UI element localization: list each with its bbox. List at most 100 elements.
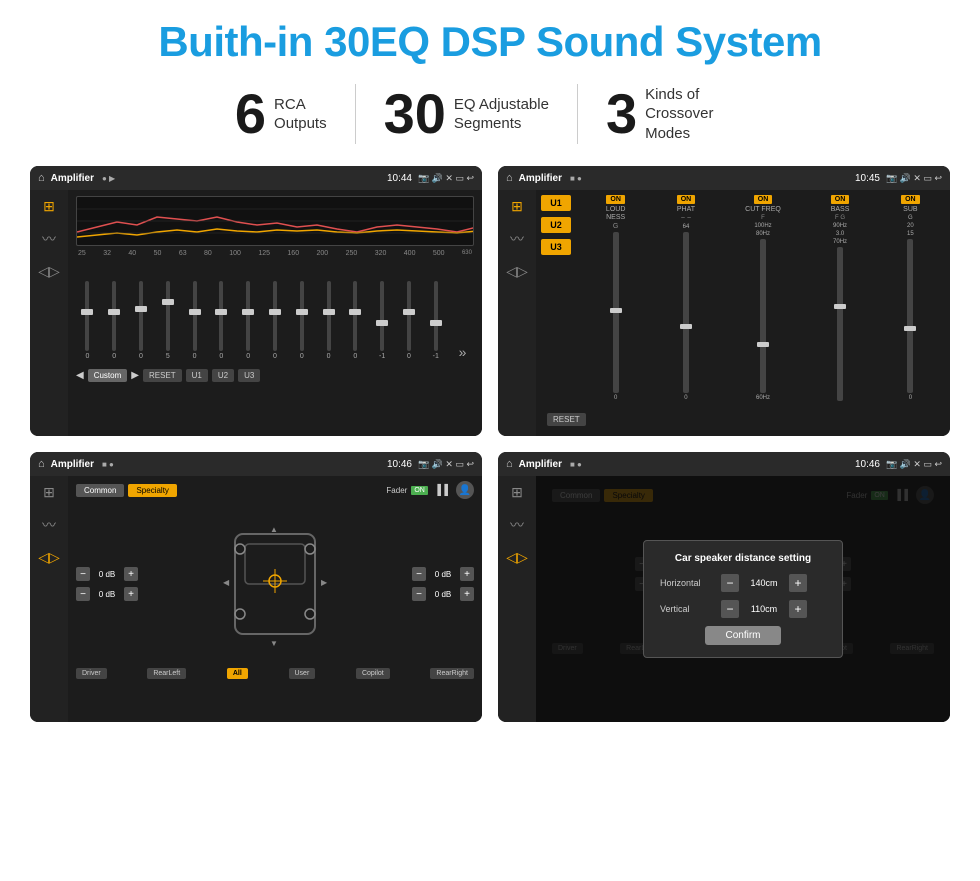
topbar-icons-amp: 📷 🔊 ✕ ▭ ↩ — [886, 173, 942, 184]
topbar-time-fader: 10:46 — [387, 459, 412, 470]
car-diagram: ▲ ▼ ◀ ▶ — [215, 514, 335, 654]
eq-icon-dialog[interactable]: ⊞ — [511, 484, 523, 501]
eq-track-10[interactable] — [353, 281, 357, 351]
speaker-icon-fader[interactable]: ◁▷ — [38, 549, 60, 566]
vertical-plus[interactable]: + — [789, 600, 807, 618]
home-icon-dialog[interactable]: ⌂ — [506, 458, 513, 470]
eq-slider-0: 0 — [76, 281, 99, 360]
horizontal-label: Horizontal — [660, 578, 715, 588]
vol-minus-fl[interactable]: − — [76, 567, 90, 581]
eq-track-11[interactable] — [380, 281, 384, 351]
amp-main: U1 U2 U3 ON LOUDNESS G — [536, 190, 950, 436]
topbar-icons-dialog: 📷 🔊 ✕ ▭ ↩ — [886, 459, 942, 470]
wave-icon-amp[interactable]: 〰 — [510, 229, 524, 249]
confirm-button[interactable]: Confirm — [705, 626, 780, 645]
eq-slider-6: 0 — [237, 281, 260, 360]
eq-track-13[interactable] — [434, 281, 438, 351]
eq-custom-btn[interactable]: Custom — [88, 369, 128, 382]
eq-track-4[interactable] — [193, 281, 197, 351]
wave-icon[interactable]: 〰 — [42, 229, 56, 249]
eq-track-6[interactable] — [246, 281, 250, 351]
eq-slider-3: 5 — [156, 281, 179, 360]
eq-prev-icon[interactable]: ◀ — [76, 370, 84, 381]
eq-track-7[interactable] — [273, 281, 277, 351]
horizontal-value: 140cm — [745, 578, 783, 588]
rear-right-btn[interactable]: RearRight — [430, 668, 474, 679]
fader-screen: ⌂ Amplifier ■ ● 10:46 📷 🔊 ✕ ▭ ↩ ⊞ 〰 ◁▷ C… — [30, 452, 482, 722]
eq-val-7: 0 — [273, 353, 277, 360]
eq-val-11: -1 — [379, 353, 385, 360]
eq-track-12[interactable] — [407, 281, 411, 351]
user-btn[interactable]: User — [289, 668, 316, 679]
eq-u3-btn[interactable]: U3 — [238, 369, 260, 382]
wave-icon-dialog[interactable]: 〰 — [510, 515, 524, 535]
vol-val-rl: 0 dB — [93, 590, 121, 599]
topbar-status-fader: ■ ● — [102, 460, 114, 469]
eq-track-8[interactable] — [300, 281, 304, 351]
horizontal-minus[interactable]: − — [721, 574, 739, 592]
fader-main: Common Specialty Fader ON ▐▐ 👤 − — [68, 476, 482, 722]
vol-plus-fr[interactable]: + — [460, 567, 474, 581]
vol-minus-rl[interactable]: − — [76, 587, 90, 601]
eq-track-1[interactable] — [112, 281, 116, 351]
specialty-tab[interactable]: Specialty — [128, 484, 176, 497]
eq-bottom-bar: ◀ Custom ▶ RESET U1 U2 U3 — [76, 364, 474, 386]
vertical-row: Vertical − 110cm + — [660, 600, 826, 618]
all-btn[interactable]: All — [227, 668, 248, 679]
eq-u2-btn[interactable]: U2 — [212, 369, 234, 382]
wave-icon-fader[interactable]: 〰 — [42, 515, 56, 535]
eq-icon-fader[interactable]: ⊞ — [43, 484, 55, 501]
vertical-minus[interactable]: − — [721, 600, 739, 618]
amp-reset-btn[interactable]: RESET — [547, 413, 586, 426]
speaker-icon[interactable]: ◁▷ — [38, 263, 60, 280]
home-icon[interactable]: ⌂ — [38, 172, 45, 184]
eq-main: 25 32 40 50 63 80 100 125 160 200 250 32… — [68, 190, 482, 436]
settings-icon[interactable]: 👤 — [456, 481, 474, 499]
speaker-icon-amp[interactable]: ◁▷ — [506, 263, 528, 280]
eq-slider-10: 0 — [344, 281, 367, 360]
eq-slider-12: 0 — [398, 281, 421, 360]
driver-btn[interactable]: Driver — [76, 668, 107, 679]
eq-val-9: 0 — [327, 353, 331, 360]
eq-track-2[interactable] — [139, 281, 143, 351]
eq-track-3[interactable] — [166, 281, 170, 351]
amp-u2-btn[interactable]: U2 — [541, 217, 571, 233]
eq-track-9[interactable] — [327, 281, 331, 351]
eq-next-icon[interactable]: ▶ — [131, 370, 139, 381]
vol-plus-rl[interactable]: + — [124, 587, 138, 601]
fader-on-badge: ON — [411, 486, 428, 495]
eq-reset-btn[interactable]: RESET — [143, 369, 182, 382]
rear-left-btn[interactable]: RearLeft — [147, 668, 186, 679]
home-icon-amp[interactable]: ⌂ — [506, 172, 513, 184]
amp-u1-btn[interactable]: U1 — [541, 195, 571, 211]
fader-slider-indicator[interactable]: ▐▐ — [434, 485, 448, 496]
freq-label-0: 25 — [78, 250, 86, 257]
distance-dialog: Car speaker distance setting Horizontal … — [643, 540, 843, 658]
eq-val-3: 5 — [166, 353, 170, 360]
common-tab[interactable]: Common — [76, 484, 124, 497]
eq-val-6: 0 — [246, 353, 250, 360]
eq-icon-amp[interactable]: ⊞ — [511, 198, 523, 215]
eq-screen-body: ⊞ 〰 ◁▷ — [30, 190, 482, 436]
eq-slider-2: 0 — [130, 281, 153, 360]
topbar-status-amp: ■ ● — [570, 174, 582, 183]
horizontal-plus[interactable]: + — [789, 574, 807, 592]
eq-track-5[interactable] — [219, 281, 223, 351]
fader-screen-body: ⊞ 〰 ◁▷ Common Specialty Fader ON ▐▐ 👤 — [30, 476, 482, 722]
amp-u3-btn[interactable]: U3 — [541, 239, 571, 255]
svg-text:◀: ◀ — [223, 578, 230, 587]
eq-track-0[interactable] — [85, 281, 89, 351]
vol-minus-fr[interactable]: − — [412, 567, 426, 581]
vol-plus-fl[interactable]: + — [124, 567, 138, 581]
vol-minus-rr[interactable]: − — [412, 587, 426, 601]
copilot-btn[interactable]: Copilot — [356, 668, 390, 679]
vol-plus-rr[interactable]: + — [460, 587, 474, 601]
stat-number-rca: 6 — [235, 86, 266, 142]
speaker-icon-dialog[interactable]: ◁▷ — [506, 549, 528, 566]
home-icon-fader[interactable]: ⌂ — [38, 458, 45, 470]
freq-label-7: 125 — [258, 250, 270, 257]
eq-u1-btn[interactable]: U1 — [186, 369, 208, 382]
eq-slider-11: -1 — [371, 281, 394, 360]
freq-label-4: 63 — [179, 250, 187, 257]
eq-icon[interactable]: ⊞ — [43, 198, 55, 215]
